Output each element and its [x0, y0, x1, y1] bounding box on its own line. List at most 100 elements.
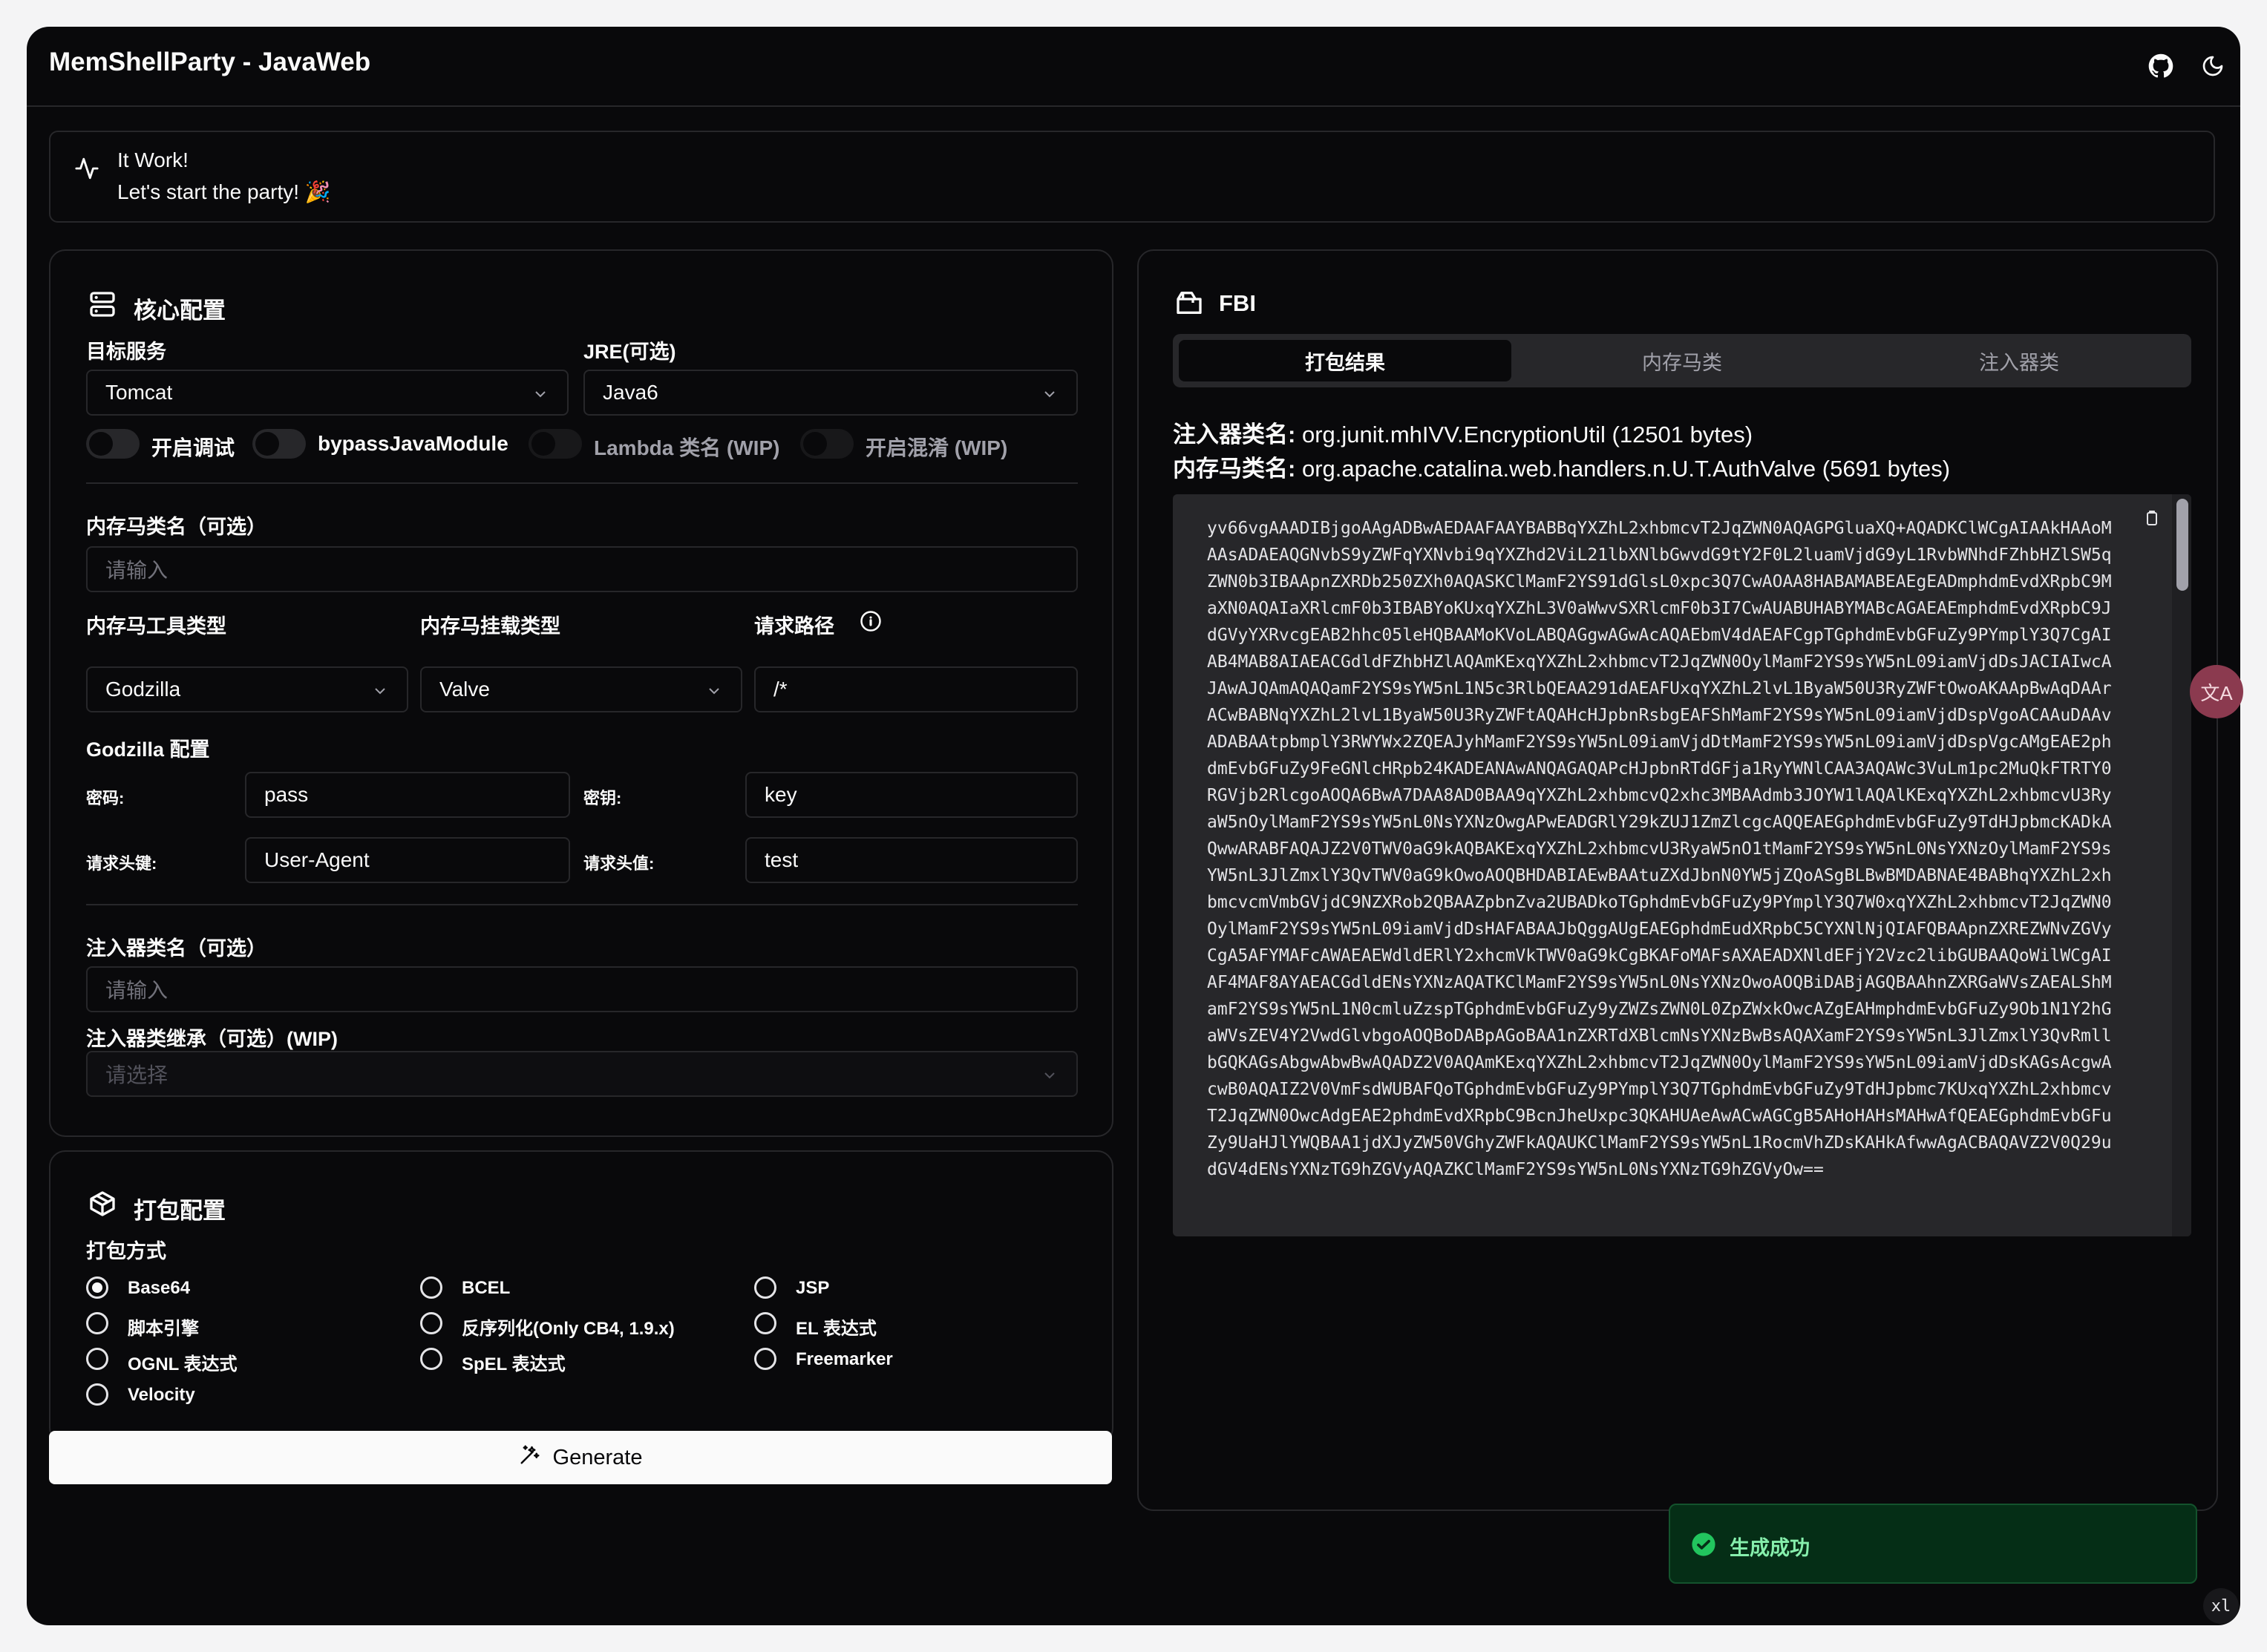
bypass-java-module-switch[interactable] [252, 429, 306, 459]
header-value-input[interactable]: test [745, 837, 1078, 883]
payload-scrollbar[interactable] [2172, 494, 2191, 1236]
radio-el-label: EL 表达式 [796, 1319, 877, 1339]
divider [86, 904, 1078, 905]
tab-injector-class[interactable]: 注入器类 [1853, 340, 2185, 381]
server-stack-icon [88, 289, 117, 323]
target-server-label: 目标服务 [86, 341, 166, 363]
app-window: MemShellParty - JavaWeb It Work! Let's s… [27, 27, 2240, 1625]
chevron-down-icon [1041, 1066, 1059, 1089]
radio-script-engine[interactable] [86, 1312, 108, 1334]
magic-wand-icon [519, 1443, 541, 1472]
info-icon[interactable] [860, 610, 882, 636]
inbox-icon [1174, 288, 1204, 321]
radio-velocity-label: Velocity [128, 1385, 195, 1405]
radio-jsp[interactable] [754, 1276, 776, 1299]
header-name-label: 请求头键: [86, 854, 157, 873]
generate-button-label: Generate [552, 1445, 643, 1469]
header-value-label: 请求头值: [583, 854, 655, 873]
debug-switch-label: 开启调试 [151, 436, 235, 459]
injector-info: 注入器类名: org.junit.mhIVV.EncryptionUtil (1… [1173, 416, 1753, 449]
radio-freemarker[interactable] [754, 1348, 776, 1370]
check-circle-icon [1691, 1532, 1716, 1561]
lambda-class-switch[interactable] [529, 429, 582, 459]
radio-bcel-label: BCEL [462, 1278, 511, 1298]
injector-super-label: 注入器类继承（可选）(WIP) [86, 1028, 338, 1050]
top-bar: MemShellParty - JavaWeb [27, 27, 2240, 107]
shell-class-input[interactable]: 请输入 [86, 546, 1078, 592]
password-label: 密码: [86, 789, 125, 807]
chevron-down-icon [1041, 384, 1059, 408]
status-alert: It Work! Let's start the party! 🎉 [49, 131, 2215, 223]
pack-method-label: 打包方式 [86, 1240, 166, 1262]
injector-info-value: org.junit.mhIVV.EncryptionUtil (12501 by… [1301, 422, 1753, 448]
mount-type-value: Valve [439, 678, 490, 701]
radio-script-engine-label: 脚本引擎 [128, 1319, 199, 1339]
url-pattern-input[interactable]: /* [754, 666, 1078, 712]
chevron-down-icon [531, 384, 549, 408]
packer-config-card: 打包配置 打包方式 Base64 BCEL JSP 脚本引擎 反序列化(Only… [49, 1150, 1113, 1444]
radio-spel[interactable] [420, 1348, 442, 1370]
tab-shell-class[interactable]: 内存马类 [1516, 340, 1848, 381]
key-input[interactable]: key [745, 772, 1078, 818]
package-icon [88, 1189, 117, 1222]
alert-message: Let's start the party! 🎉 [117, 180, 331, 203]
radio-deserialize[interactable] [420, 1312, 442, 1334]
radio-spel-label: SpEL 表达式 [462, 1354, 566, 1374]
radio-velocity[interactable] [86, 1383, 108, 1406]
success-toast: 生成成功 [1669, 1504, 2197, 1584]
injector-super-placeholder: 请选择 [105, 1063, 169, 1086]
target-server-value: Tomcat [105, 381, 173, 404]
mount-type-select[interactable]: Valve [420, 666, 742, 712]
url-pattern-label: 请求路径 [754, 615, 834, 637]
generate-button[interactable]: Generate [49, 1431, 1112, 1484]
payload-code-block[interactable]: yv66vgAAADIBjgoAAgADBwAEDAAFAAYBABBqYXZh… [1173, 494, 2191, 1236]
moon-icon[interactable] [2196, 49, 2230, 83]
payload-text: yv66vgAAADIBjgoAAgADBwAEDAAFAAYBABBqYXZh… [1207, 519, 2112, 1179]
radio-el[interactable] [754, 1312, 776, 1334]
divider [86, 482, 1078, 484]
obfuscate-switch[interactable] [800, 429, 854, 459]
mount-type-label: 内存马挂载类型 [420, 615, 560, 637]
tab-pack-result[interactable]: 打包结果 [1179, 340, 1511, 381]
target-server-select[interactable]: Tomcat [86, 370, 569, 416]
jre-value: Java6 [603, 381, 658, 404]
debug-switch[interactable] [86, 429, 140, 459]
injector-class-label: 注入器类名（可选） [86, 937, 266, 960]
injector-class-input[interactable]: 请输入 [86, 966, 1078, 1012]
injector-super-select[interactable]: 请选择 [86, 1051, 1078, 1097]
key-label: 密钥: [583, 789, 622, 807]
core-config-card: 核心配置 目标服务 JRE(可选) Tomcat Java6 开启调试 bypa… [49, 249, 1113, 1137]
tool-type-label: 内存马工具类型 [86, 615, 226, 637]
radio-ognl[interactable] [86, 1348, 108, 1370]
jre-label: JRE(可选) [583, 341, 676, 363]
radio-jsp-label: JSP [796, 1278, 830, 1298]
payload-scroll-thumb[interactable] [2176, 499, 2188, 591]
github-icon[interactable] [2144, 49, 2178, 83]
radio-freemarker-label: Freemarker [796, 1349, 893, 1369]
alert-title: It Work! [117, 148, 189, 171]
corner-badge[interactable]: xl [2203, 1588, 2239, 1624]
app-title: MemShellParty - JavaWeb [49, 47, 371, 76]
header-name-input[interactable]: User-Agent [245, 837, 570, 883]
bypass-java-module-label: bypassJavaModule [318, 432, 508, 455]
chevron-down-icon [705, 681, 723, 705]
result-tabs: 打包结果 内存马类 注入器类 [1173, 334, 2191, 387]
radio-bcel[interactable] [420, 1276, 442, 1299]
password-input[interactable]: pass [245, 772, 570, 818]
shell-info-label: 内存马类名: [1173, 456, 1296, 482]
injector-info-label: 注入器类名: [1173, 422, 1296, 448]
packer-config-title: 打包配置 [134, 1198, 226, 1224]
fbi-title: FBI [1219, 290, 1256, 316]
tool-type-value: Godzilla [105, 678, 181, 701]
translate-bubble[interactable]: 文A [2190, 665, 2243, 718]
radio-ognl-label: OGNL 表达式 [128, 1354, 238, 1374]
tool-type-select[interactable]: Godzilla [86, 666, 408, 712]
shell-info-value: org.apache.catalina.web.handlers.n.U.T.A… [1301, 456, 1951, 482]
radio-deserialize-label: 反序列化(Only CB4, 1.9.x) [462, 1319, 675, 1339]
godzilla-config-title: Godzilla 配置 [86, 738, 210, 761]
copy-icon[interactable] [2142, 509, 2160, 531]
jre-select[interactable]: Java6 [583, 370, 1078, 416]
radio-base64-label: Base64 [128, 1278, 191, 1298]
radio-base64[interactable] [86, 1276, 108, 1299]
toast-message: 生成成功 [1730, 1537, 1810, 1559]
